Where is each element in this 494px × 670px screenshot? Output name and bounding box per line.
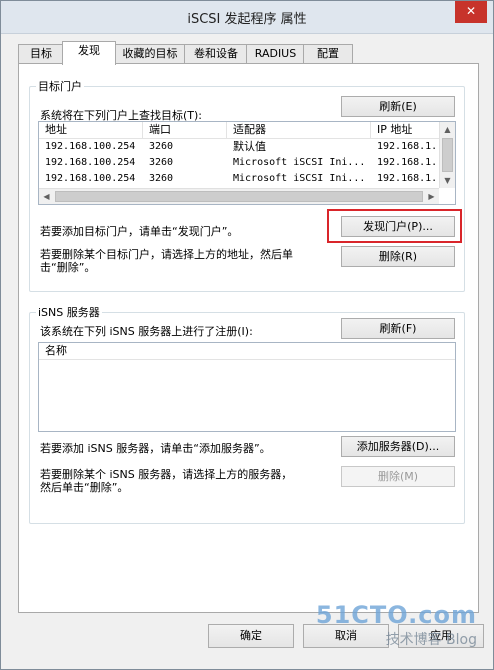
scroll-down-icon[interactable]: ▼ (440, 173, 455, 188)
target-portals-legend: 目标门户 (38, 80, 82, 93)
add-server-hint: 若要添加 iSNS 服务器，请单击“添加服务器”。 (40, 442, 271, 455)
scroll-up-icon[interactable]: ▲ (440, 122, 455, 137)
portal-port: 3260 (149, 141, 174, 152)
column-adapter[interactable]: 适配器 (227, 122, 371, 138)
tab-targets[interactable]: 目标 (18, 44, 64, 63)
title-bar: iSCSI 发起程序 属性 ✕ (1, 1, 493, 34)
watermark-caption: 技术博客 Blog (316, 629, 477, 649)
discover-portal-button[interactable]: 发现门户(P)... (341, 216, 455, 237)
add-portal-hint: 若要添加目标门户，请单击“发现门户”。 (40, 225, 239, 238)
close-button[interactable]: ✕ (455, 1, 487, 23)
portal-remove-button[interactable]: 删除(R) (341, 246, 455, 267)
isns-description: 该系统在下列 iSNS 服务器上进行了注册(I): (40, 325, 253, 338)
portals-horizontal-scrollbar[interactable]: ◀ ▶ (39, 188, 439, 204)
portal-address: 192.168.100.254 (45, 141, 136, 152)
add-server-button[interactable]: 添加服务器(D)... (341, 436, 455, 457)
watermark-logo: 51CTO.com (315, 601, 477, 629)
discovery-panel: 目标门户 系统将在下列门户上查找目标(T): 刷新(E) 地址 端口 适配器 I… (18, 63, 479, 613)
tab-radius[interactable]: RADIUS (246, 44, 305, 63)
remove-portal-hint-line2: 击“删除”。 (40, 261, 96, 274)
portal-port: 3260 (149, 173, 174, 184)
portals-list-header: 地址 端口 适配器 IP 地址 (39, 122, 439, 139)
portal-address: 192.168.100.254 (45, 173, 136, 184)
portals-vertical-scrollbar[interactable]: ▲ ▼ (439, 122, 455, 188)
portal-row[interactable]: 192.168.100.254 3260 默认值 192.168.1. (39, 139, 439, 155)
portal-row[interactable]: 192.168.100.254 3260 Microsoft iSCSI Ini… (39, 155, 439, 171)
isns-remove-button[interactable]: 删除(M) (341, 466, 455, 487)
column-name[interactable]: 名称 (39, 343, 455, 359)
tab-configuration[interactable]: 配置 (303, 44, 353, 63)
tab-volumes-devices[interactable]: 卷和设备 (184, 44, 248, 63)
remove-server-hint-line2: 然后单击“删除”。 (40, 481, 129, 494)
portal-row[interactable]: 192.168.100.254 3260 Microsoft iSCSI Ini… (39, 171, 439, 187)
watermark-sub: 技术博客 (385, 632, 442, 648)
properties-dialog: iSCSI 发起程序 属性 ✕ 目标 发现 收藏的目标 卷和设备 RADIUS … (0, 0, 494, 670)
horizontal-scroll-thumb[interactable] (55, 191, 423, 202)
column-address[interactable]: 地址 (39, 122, 143, 138)
close-icon: ✕ (465, 4, 477, 18)
portal-adapter: Microsoft iSCSI Ini... (233, 173, 366, 184)
portal-adapter: Microsoft iSCSI Ini... (233, 157, 366, 168)
portal-adapter: 默认值 (233, 140, 266, 153)
watermark-tag: Blog (446, 632, 477, 648)
isns-refresh-button[interactable]: 刷新(F) (341, 318, 455, 339)
watermark: 51CTO.com 技术博客 Blog (316, 601, 477, 649)
portal-ip: 192.168.1. (377, 157, 438, 168)
portals-list: 地址 端口 适配器 IP 地址 192.168.100.254 3260 默认值… (38, 121, 456, 205)
isns-servers-list: 名称 (38, 342, 456, 432)
tab-favorite-targets[interactable]: 收藏的目标 (114, 44, 186, 63)
tab-discovery[interactable]: 发现 (62, 41, 116, 65)
portal-refresh-button[interactable]: 刷新(E) (341, 96, 455, 117)
portal-ip: 192.168.1. (377, 141, 438, 152)
isns-list-header: 名称 (39, 343, 455, 360)
portal-ip: 192.168.1. (377, 173, 438, 184)
vertical-scroll-thumb[interactable] (442, 138, 453, 172)
portal-address: 192.168.100.254 (45, 157, 136, 168)
window-title: iSCSI 发起程序 属性 (187, 12, 307, 27)
column-ip-address[interactable]: IP 地址 (371, 122, 441, 138)
portal-port: 3260 (149, 157, 174, 168)
ok-button[interactable]: 确定 (208, 624, 294, 648)
scroll-left-icon[interactable]: ◀ (39, 189, 54, 204)
scroll-right-icon[interactable]: ▶ (424, 189, 439, 204)
isns-legend: iSNS 服务器 (38, 306, 100, 319)
column-port[interactable]: 端口 (143, 122, 227, 138)
